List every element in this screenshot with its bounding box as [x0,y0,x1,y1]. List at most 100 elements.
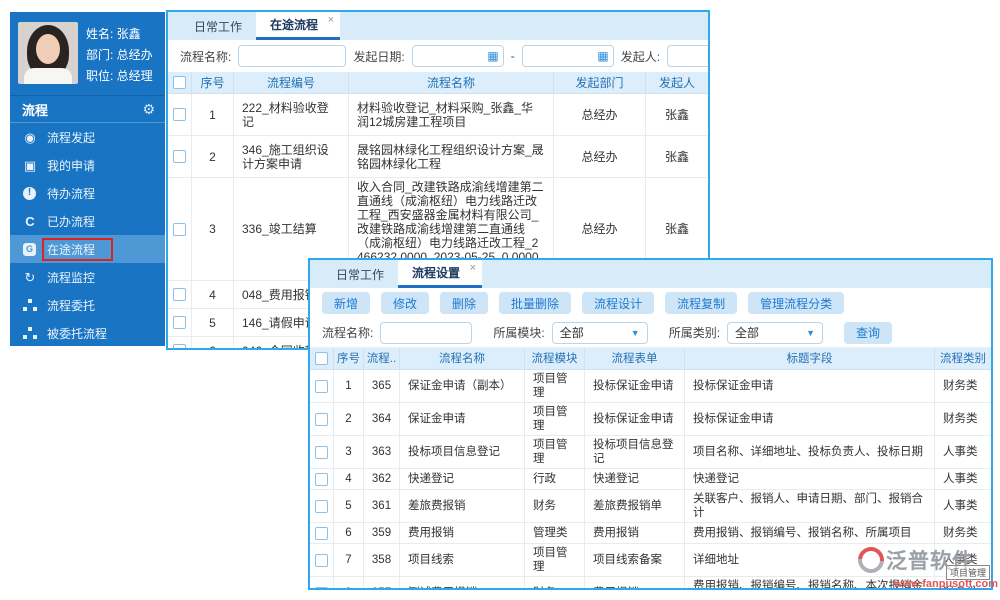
row-checkbox[interactable] [315,412,328,426]
table-cell: 362 [364,469,400,489]
toolbar-button[interactable]: 流程复制 [665,292,738,314]
table-cell: 差旅费报销单 [585,490,685,522]
sidebar-item[interactable]: ↻ 流程监控 [10,263,165,291]
process-name-label: 流程名称: [322,326,374,340]
sidebar-item[interactable]: ▣ 我的申请 [10,151,165,179]
table-cell: 4 [334,469,364,489]
gear-icon[interactable]: ⚙ [142,101,155,118]
column-header: 流程模块 [525,348,585,369]
module-select[interactable]: 全部 ▼ [551,321,648,344]
monitor-refresh-icon: ↻ [24,269,36,285]
close-icon[interactable]: × [328,14,334,26]
table-row[interactable]: 1 222_材料验收登记 材料验收登记_材料采购_张鑫_华润12城房建工程项目 总经办… [168,94,708,136]
sidebar-item[interactable]: 被委托流程 [10,319,165,347]
sidebar-item[interactable]: ◉ 流程发起 [10,123,165,151]
tab[interactable]: 流程设置 × [398,260,483,288]
row-checkbox[interactable] [315,472,328,486]
table-row[interactable]: 4 362 快递登记 行政 快递登记 快递登记 人事类 [310,469,991,490]
sidebar-item[interactable]: ! 待办流程 [10,179,165,207]
process-name-input[interactable] [238,45,347,67]
close-icon[interactable]: × [470,262,476,274]
table-row[interactable]: 2 364 保证金申请 项目管理 投标保证金申请 投标保证金申请 财务类 [310,403,991,436]
sidebar-item-label: 我的申请 [47,158,96,173]
sidebar-item[interactable]: G 在途流程 [10,235,165,263]
user-profile: 姓名: 张鑫 部门: 总经办 职位: 总经理 [10,12,165,96]
tab-label: 流程设置 [412,266,461,280]
sidebar-section-header: 流程 ⚙ [10,96,165,123]
start-date-from-input[interactable]: ▦ [411,45,504,67]
toolbar-button[interactable]: 修改 [381,292,430,314]
toolbar-button[interactable]: 新增 [322,292,371,314]
table-cell: 7 [334,544,364,576]
column-header: 序号 [334,348,364,369]
table-cell: 保证金申请（副本） [400,370,525,402]
column-header: 流程表单 [585,348,685,369]
row-checkbox[interactable] [315,445,328,459]
category-label: 所属类别: [668,326,721,340]
table-cell: 投标保证金申请 [685,403,935,435]
start-date-to-input[interactable]: ▦ [521,45,614,67]
table-row[interactable]: 6 359 费用报销 管理类 费用报销 费用报销、报销编号、报销名称、所属项目 财务类 [310,523,991,544]
sidebar-item-label: 流程监控 [47,270,96,285]
table-cell: 财务 [525,490,585,522]
table-row[interactable]: 3 363 投标项目信息登记 项目管理 投标项目信息登记 项目名称、详细地址、投标负责人、… [310,436,991,469]
module-label: 所属模块: [493,326,545,340]
header-checkbox-cell [310,348,334,369]
row-checkbox[interactable] [315,499,328,513]
initiator-label: 发起人: [620,49,661,64]
table-row[interactable]: 5 361 差旅费报销 财务 差旅费报销单 关联客户、报销人、申请日期、部门、报销合计 人事… [310,490,991,523]
row-checkbox-cell [168,178,192,280]
sidebar-section-title: 流程 [22,102,49,118]
select-all-checkbox[interactable] [173,76,186,89]
row-checkbox[interactable] [173,150,186,163]
row-checkbox[interactable] [315,379,328,393]
category-select[interactable]: 全部 ▼ [727,321,824,344]
sidebar-item[interactable]: 流程委托 [10,291,165,319]
table-cell: 项目线索备案 [585,544,685,576]
calendar-icon[interactable]: ▦ [597,49,608,63]
table-cell: 项目管理 [525,544,585,576]
row-checkbox[interactable] [173,288,186,301]
tab[interactable]: 日常工作 [180,12,256,40]
sidebar-item-label: 在途流程 [41,237,114,261]
table-cell: 4 [192,281,234,308]
toolbar-button[interactable]: 流程设计 [582,292,655,314]
table-row[interactable]: 2 346_施工组织设计方案申请 晟铭园林绿化工程组织设计方案_晟铭园林绿化工程 总经… [168,136,708,178]
toolbar-button[interactable]: 删除 [440,292,489,314]
row-checkbox[interactable] [315,586,328,588]
table-cell: 5 [192,309,234,336]
row-checkbox-cell [310,469,334,489]
row-checkbox-cell [168,94,192,135]
calendar-icon[interactable]: ▦ [487,49,498,63]
sidebar-item[interactable]: C 已办流程 [10,207,165,235]
tab[interactable]: 日常工作 [322,260,398,288]
column-header: 序号 [192,72,234,93]
initiator-input[interactable] [667,45,708,67]
tab[interactable]: 在途流程 × [256,12,341,40]
table-cell: 张鑫 [664,149,689,164]
search-button[interactable]: 查询 [844,321,893,344]
row-checkbox[interactable] [173,316,186,329]
row-checkbox-cell [310,544,334,576]
tab-label: 日常工作 [336,267,385,282]
toolbar-button[interactable]: 管理流程分类 [748,292,845,314]
toolbar-button[interactable]: 批量删除 [499,292,572,314]
row-checkbox[interactable] [173,344,186,348]
table-cell: 346_施工组织设计方案申请 [234,136,349,177]
chevron-down-icon: ▼ [806,327,816,338]
table-cell: 费用报销 [585,577,685,588]
row-checkbox[interactable] [173,108,186,121]
table-header-row: 序号 流程编号 流程名称 发起部门 发起人 [168,72,708,94]
sidebar-item-label: 被委托流程 [47,326,108,341]
front-filter-bar: 流程名称: 所属模块: 全部 ▼ 所属类别: 全部 ▼ 查询 [310,318,991,348]
row-checkbox[interactable] [315,553,328,567]
start-date-label: 发起日期: [353,49,405,64]
process-name-input[interactable] [380,321,473,344]
table-header-row: 序号 流程.. 流程名称 流程模块 流程表单 标题字段 流程类别 [310,348,991,370]
table-row[interactable]: 1 365 保证金申请（副本） 项目管理 投标保证金申请 投标保证金申请 财务类 [310,370,991,403]
id-card-icon: ▣ [23,157,37,173]
select-all-checkbox[interactable] [315,352,328,365]
row-checkbox[interactable] [173,222,186,236]
row-checkbox[interactable] [315,526,328,540]
table-cell: 晟铭园林绿化工程组织设计方案_晟铭园林绿化工程 [349,136,554,177]
